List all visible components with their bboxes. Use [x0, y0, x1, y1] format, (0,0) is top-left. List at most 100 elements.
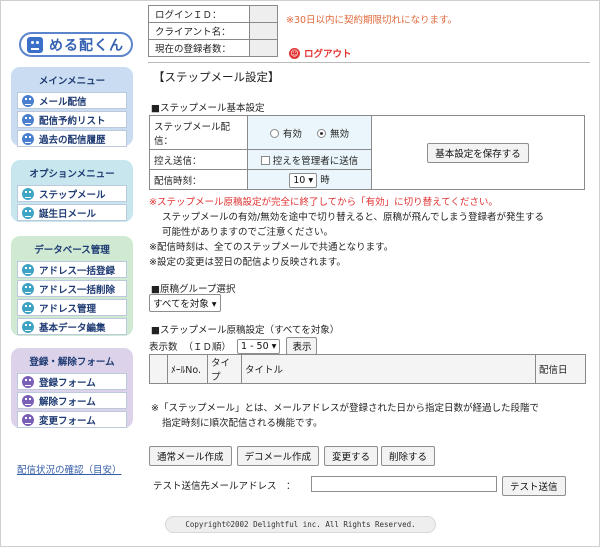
main-menu: メインメニュー メール配信 配信予約リスト 過去の配信履歴	[11, 67, 133, 147]
logo-text: める配くん	[49, 37, 124, 54]
step-mail-source-table: ﾒｰﾙNo. タイプ タイトル 配信日	[149, 354, 586, 384]
sidebar-item-mail-send[interactable]: メール配信	[17, 92, 127, 109]
database-menu-title: データベース管理	[34, 245, 110, 256]
radio-disabled[interactable]: 無効	[317, 128, 350, 140]
table-header: 配信日	[535, 354, 586, 384]
radio-enabled[interactable]: 有効	[269, 128, 302, 140]
group-select-wrap: すべてを対象 ▾	[149, 294, 221, 312]
face-icon	[22, 320, 34, 333]
delivery-status-link[interactable]: 配信状況の確認（目安）	[17, 462, 122, 476]
expire-warning: ※30日以内に契約期限切れになります。	[286, 15, 458, 26]
sidebar-item-label: メール配信	[39, 96, 87, 108]
database-menu: データベース管理 アドレス一括登録 アドレス一括削除 アドレス管理 基本データ編…	[11, 236, 133, 336]
time-label: 配信時刻：	[149, 169, 248, 190]
client-value	[249, 22, 278, 40]
change-button[interactable]: 変更する	[324, 446, 379, 466]
chevron-down-icon: ▾	[271, 340, 277, 352]
sidebar-item-label: 解除フォーム	[39, 396, 96, 408]
face-icon	[22, 94, 34, 107]
sidebar-item-label: 配信予約リスト	[39, 115, 106, 127]
main-menu-title: メインメニュー	[38, 76, 106, 87]
page-title: 【ステップメール設定】	[153, 70, 280, 84]
test-send-button-wrap: テスト送信	[502, 476, 566, 496]
test-send-input-wrap	[311, 476, 497, 495]
source-section-title: ■ステップメール原稿設定（すべてを対象）	[151, 325, 340, 336]
bcc-checkbox[interactable]: 控えを管理者に送信	[260, 155, 359, 167]
range-select[interactable]: 1 - 50 ▾	[237, 338, 281, 354]
logout-link[interactable]: ☺ ログアウト	[289, 46, 352, 60]
face-icon	[22, 113, 34, 126]
sidebar-item-change-form[interactable]: 変更フォーム	[17, 411, 127, 428]
face-icon	[22, 413, 34, 426]
radio-disabled-label: 無効	[330, 128, 350, 140]
delete-button[interactable]: 削除する	[381, 446, 436, 466]
face-icon	[22, 206, 34, 219]
sidebar-item-label: 変更フォーム	[39, 415, 96, 427]
face-icon	[22, 282, 34, 295]
sidebar-item-label: 登録フォーム	[39, 377, 96, 389]
time-cell: 10 ▾ 時	[247, 169, 372, 190]
table-header: タイプ	[207, 354, 242, 384]
save-cell: 基本設定を保存する	[371, 115, 585, 190]
table-header: ﾒｰﾙNo.	[167, 354, 208, 384]
sidebar-item-label: アドレス一括削除	[39, 284, 116, 296]
action-buttons: 通常メール作成 デコメール作成 変更する	[149, 446, 379, 466]
step-delivery-label: ステップメール配信：	[149, 115, 248, 150]
chevron-down-icon: ▾	[211, 299, 217, 310]
face-icon	[22, 375, 34, 388]
sidebar-item-history[interactable]: 過去の配信履歴	[17, 130, 127, 147]
group-select[interactable]: すべてを対象 ▾	[149, 294, 221, 312]
save-basic-settings-button[interactable]: 基本設定を保存する	[427, 142, 529, 163]
login-id-value	[249, 5, 278, 23]
common-time-note: ※配信時刻は、全てのステップメールで共通となります。	[149, 242, 394, 253]
next-day-note: ※設定の変更は翌日の配信より反映されます。	[149, 257, 346, 268]
display-button[interactable]: 表示	[286, 337, 318, 355]
sidebar-item-label: ステップメール	[39, 189, 106, 201]
explain-line-1: ※「ステップメール」とは、メールアドレスが登録された日から指定日数が経過した段階…	[151, 403, 539, 414]
sidebar-item-label: 基本データ編集	[39, 322, 106, 334]
logo-face-icon	[27, 36, 43, 53]
registered-count-value	[249, 39, 278, 57]
table-header: タイトル	[241, 354, 536, 384]
warning-line-1: ※ステップメール原稿設定が完全に終了してから「有効」に切り替えてください。	[149, 197, 498, 208]
sidebar-item-basic-data-edit[interactable]: 基本データ編集	[17, 318, 127, 335]
account-info-table: ログインＩＤ： クライアント名： 現在の登録者数：	[147, 5, 278, 57]
basic-settings-table: ステップメール配信： 有効 無効 基本設定を保存する 控え送信： 控えを管理者に…	[149, 115, 585, 190]
logout-icon: ☺	[289, 47, 300, 59]
radio-enabled-label: 有効	[282, 128, 302, 140]
sidebar-item-bulk-register[interactable]: アドレス一括登録	[17, 261, 127, 278]
test-send-label: テスト送信先メールアドレス ：	[153, 481, 296, 492]
client-label: クライアント名：	[147, 22, 251, 40]
chevron-down-icon: ▾	[308, 174, 314, 186]
sidebar-item-step-mail[interactable]: ステップメール	[17, 185, 127, 202]
create-deco-mail-button[interactable]: デコメール作成	[236, 446, 320, 466]
test-send-button[interactable]: テスト送信	[502, 476, 566, 496]
sidebar-item-address-manage[interactable]: アドレス管理	[17, 299, 127, 316]
warning-line-3: 可能性がありますのでご注意ください。	[162, 227, 334, 238]
registration-menu: 登録・解除フォーム 登録フォーム 解除フォーム 変更フォーム	[11, 348, 133, 428]
registration-menu-title: 登録・解除フォーム	[29, 357, 115, 368]
bcc-cell: 控えを管理者に送信	[247, 149, 372, 170]
group-select-value: すべてを対象	[153, 299, 209, 310]
create-normal-mail-button[interactable]: 通常メール作成	[149, 446, 232, 466]
id-order-label: （ＩＤ順）	[183, 342, 232, 353]
face-icon	[22, 263, 34, 276]
checkbox-box	[260, 155, 270, 165]
time-select[interactable]: 10 ▾	[289, 172, 318, 188]
face-icon	[22, 187, 34, 200]
time-unit: 時	[320, 174, 330, 186]
bcc-checkbox-label: 控えを管理者に送信	[272, 155, 359, 167]
table-header-row: ﾒｰﾙNo. タイプ タイトル 配信日	[149, 354, 586, 384]
logo[interactable]: める配くん	[19, 32, 133, 57]
header-divider	[148, 62, 590, 63]
sidebar-item-reservation-list[interactable]: 配信予約リスト	[17, 111, 127, 128]
sidebar-item-label: アドレス一括登録	[39, 265, 116, 277]
test-send-email-input[interactable]	[311, 476, 497, 492]
sidebar-item-register-form[interactable]: 登録フォーム	[17, 373, 127, 390]
sidebar-item-bulk-delete[interactable]: アドレス一括削除	[17, 280, 127, 297]
table-header	[149, 354, 168, 384]
sidebar-item-birthday-mail[interactable]: 誕生日メール	[17, 204, 127, 221]
warning-line-2: ステップメールの有効/無効を途中で切り替えると、原稿が飛んでしまう登録者が発生す…	[162, 212, 545, 223]
option-menu: オプションメニュー ステップメール 誕生日メール	[11, 160, 133, 222]
sidebar-item-unsubscribe-form[interactable]: 解除フォーム	[17, 392, 127, 409]
